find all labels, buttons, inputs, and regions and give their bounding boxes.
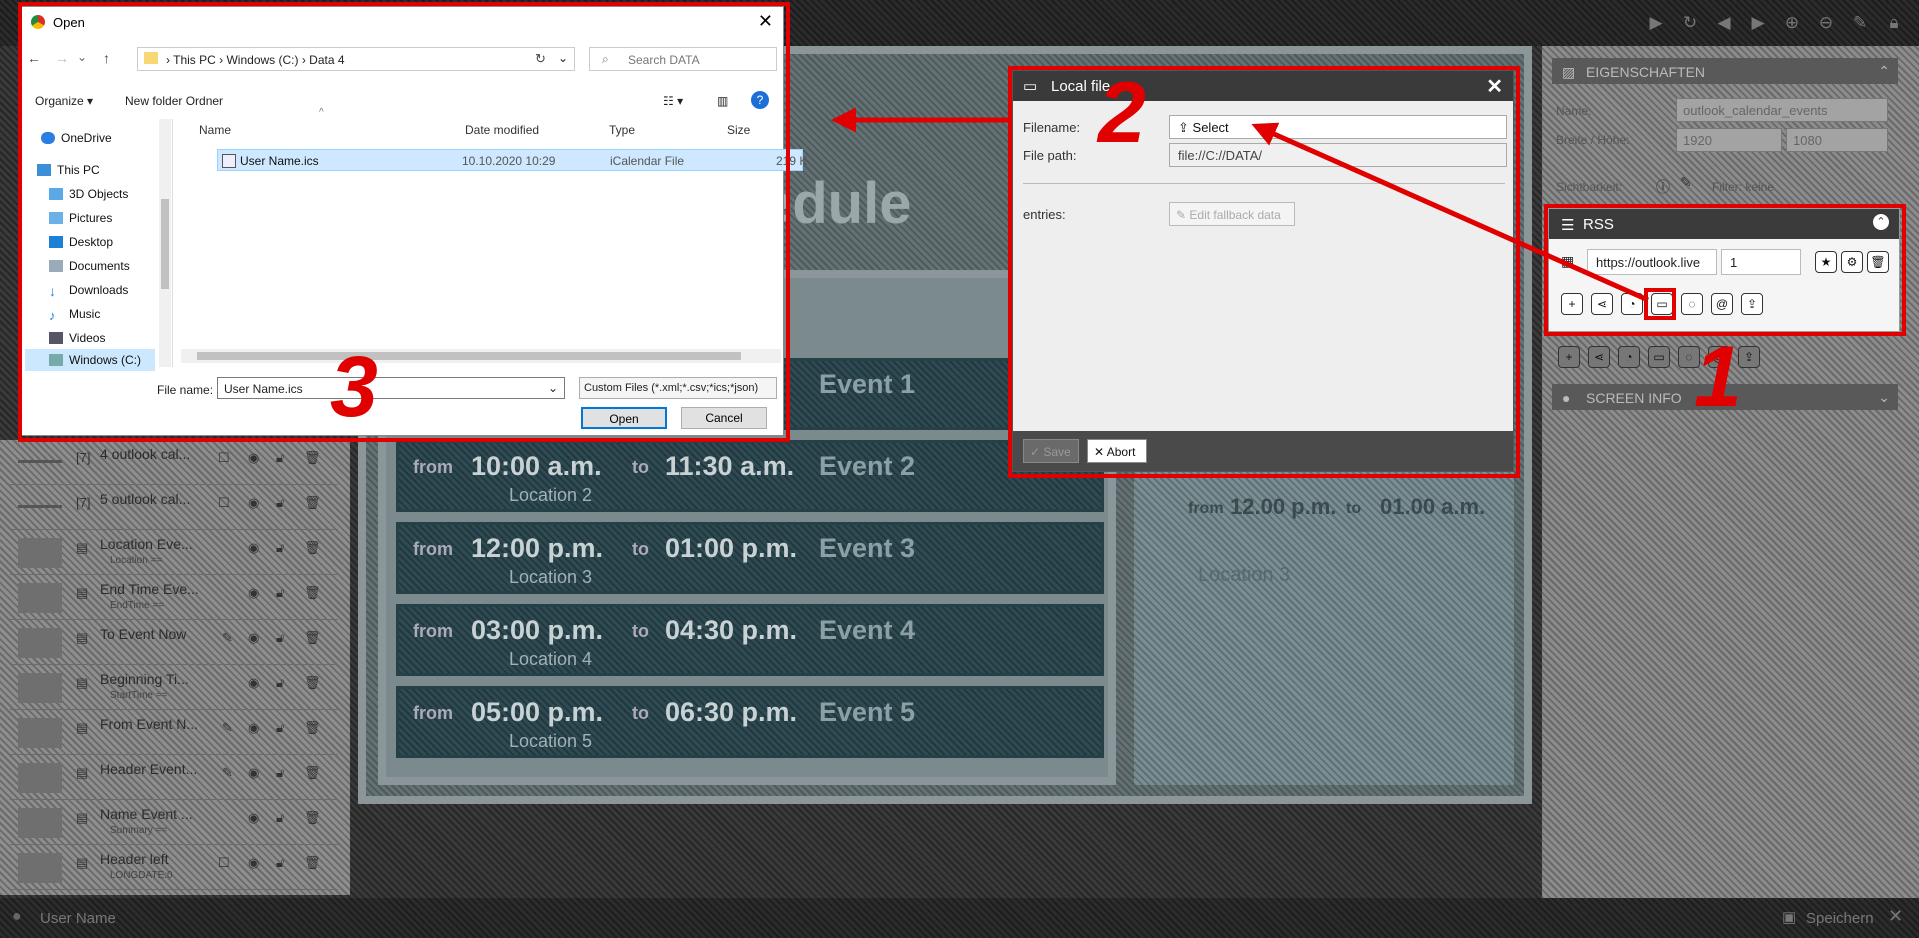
annotation-arrows xyxy=(831,107,1650,303)
arrow-to-select xyxy=(1251,122,1650,303)
